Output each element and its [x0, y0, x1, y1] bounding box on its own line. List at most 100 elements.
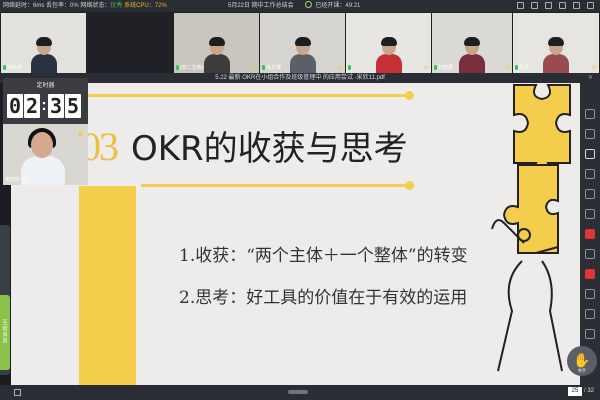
eraser-tool-icon[interactable]	[585, 209, 595, 219]
video-tile[interactable]: 张月 x0	[513, 13, 599, 73]
laser-tool-icon[interactable]	[585, 129, 595, 139]
color-tool-icon[interactable]	[585, 229, 595, 239]
bottom-bar: 25/ 32	[0, 385, 600, 400]
cpu-value: 72%	[154, 3, 167, 9]
host-name: 宋欣欣	[5, 177, 21, 183]
host-badge: x0	[21, 177, 27, 183]
total-pages: / 32	[583, 388, 594, 394]
elapsed-label: 已经开课：	[315, 3, 346, 9]
pen-tool-icon[interactable]	[585, 149, 595, 159]
timer-title: 定时器	[36, 83, 55, 89]
participant-avatar	[30, 37, 57, 73]
crown-icon: ♛	[76, 129, 84, 138]
more-tool-icon[interactable]	[585, 329, 595, 339]
trophy-badge: x0	[251, 65, 257, 71]
side-tab-label: 互动 消息	[2, 320, 8, 344]
timer-digit: 5	[65, 94, 81, 118]
bullet-point-2: 2.思考：好工具的价值在于有效的运用	[179, 288, 468, 308]
network-stats: 网络延时：6ms 丢包率：0% 网络状态：优秀 系统CPU：72%	[3, 0, 167, 12]
maximize-icon[interactable]	[573, 2, 580, 9]
host-video[interactable]: ♛ 宋欣欣 x0	[3, 124, 88, 185]
decor-dot	[405, 181, 414, 190]
close-icon[interactable]	[587, 2, 594, 9]
decor-line	[141, 184, 409, 187]
document-title-bar: 5.22 最新 OKR在小组合作及班级管理中 的应用尝试 -宋欣11.pdf ✕	[0, 73, 600, 83]
pagination: 25/ 32	[567, 387, 594, 396]
net-value: 优秀	[110, 3, 123, 9]
video-tile[interactable]: x0	[346, 13, 431, 73]
video-tile[interactable]: 刘丽君 x0	[432, 13, 512, 73]
cloud-tool-icon[interactable]	[585, 289, 595, 299]
status-bar: 网络延时：6ms 丢包率：0% 网络状态：优秀 系统CPU：72% 5月22日 …	[0, 0, 600, 12]
participant-name: 张月	[519, 65, 530, 71]
folder-tool-icon[interactable]	[585, 309, 595, 319]
puzzle-figure-illustration	[491, 84, 571, 372]
participant-avatar	[289, 37, 316, 73]
decor-dot	[405, 91, 414, 100]
timer-separator: :	[41, 97, 47, 114]
current-page-input[interactable]: 25	[567, 387, 582, 396]
meeting-info: 5月22日 期中工作总结会 已经开课：49:21	[228, 0, 360, 12]
chat-icon[interactable]	[517, 2, 524, 9]
participant-name: (初二生物)	[180, 65, 204, 71]
text-tool-icon[interactable]	[585, 169, 595, 179]
annotation-toolbar	[580, 83, 600, 385]
document-title: 5.22 最新 OKR在小组合作及班级管理中 的应用尝试 -宋欣11.pdf	[215, 75, 385, 81]
clock-icon	[305, 1, 313, 8]
raise-hand-button[interactable]: ✋ 举手	[567, 346, 597, 376]
participant-name: 刘永奇	[7, 65, 23, 71]
minimize-icon[interactable]	[559, 2, 566, 9]
trophy-badge: x0	[423, 65, 429, 71]
loss-label: 丢包率：	[46, 3, 71, 9]
latency-label: 网络延时：	[3, 3, 34, 9]
classroom-app: 网络延时：6ms 丢包率：0% 网络状态：优秀 系统CPU：72% 5月22日 …	[0, 0, 600, 400]
settings-icon[interactable]	[545, 2, 552, 9]
side-panel-tab[interactable]: 互动 消息	[0, 225, 10, 375]
window-controls	[517, 2, 594, 9]
raise-hand-label: 举手	[578, 368, 586, 373]
timer-digit: 0	[7, 94, 23, 118]
participant-avatar	[543, 37, 569, 73]
elapsed-value: 49:21	[345, 3, 361, 9]
timer-digit: 3	[48, 94, 64, 118]
timer-panel[interactable]: 定时器 0 2 : 3 5 ♛ 宋欣欣 x0	[3, 78, 88, 185]
video-tile[interactable]: 刘永奇	[1, 13, 86, 73]
video-tile[interactable]: 徐文博 x0	[260, 13, 345, 73]
fullscreen-icon[interactable]	[14, 389, 21, 396]
participant-name: 徐文博	[266, 65, 282, 71]
page-slider[interactable]	[288, 390, 308, 394]
mic-icon	[262, 65, 265, 70]
video-strip: 刘永奇 (初二生物) x0 徐文博 x0 x0 刘丽君 x0 张月 x0	[0, 12, 600, 73]
meeting-title: 5月22日 期中工作总结会	[228, 3, 294, 9]
participant-avatar	[375, 37, 402, 73]
participant-name: 刘丽君	[438, 65, 454, 71]
slide-heading: OKR的收获与思考	[131, 129, 408, 169]
trophy-badge: x0	[504, 65, 510, 71]
cpu-label: 系统CPU：	[124, 3, 155, 9]
mic-icon	[434, 65, 437, 70]
hand-icon: ✋	[573, 352, 591, 368]
camera-icon[interactable]	[531, 2, 538, 9]
mic-icon	[348, 65, 351, 70]
loss-value: 0%	[70, 3, 79, 9]
record-tool-icon[interactable]	[585, 269, 595, 279]
video-tile[interactable]: (初二生物) x0	[174, 13, 259, 73]
select-tool-icon[interactable]	[585, 109, 595, 119]
shape-tool-icon[interactable]	[585, 189, 595, 199]
close-document-icon[interactable]: ✕	[588, 73, 593, 83]
decor-column	[79, 186, 136, 385]
presentation-slide: 03 OKR的收获与思考 1.收获：“两个主体＋一个整体”的转变 2.思考：好工…	[11, 83, 580, 385]
trophy-badge: x0	[337, 65, 343, 71]
trophy-badge: x0	[591, 65, 597, 71]
participant-avatar	[459, 37, 485, 73]
undo-tool-icon[interactable]	[585, 249, 595, 259]
bullet-point-1: 1.收获：“两个主体＋一个整体”的转变	[179, 246, 468, 266]
mic-icon	[515, 65, 518, 70]
timer-display: 0 2 : 3 5	[7, 94, 81, 118]
timer-digit: 2	[24, 94, 40, 118]
mic-icon	[3, 65, 6, 70]
net-label: 网络状态：	[80, 3, 111, 9]
mic-icon	[176, 65, 179, 70]
latency-value: 6ms	[33, 3, 45, 9]
participant-avatar	[203, 37, 230, 73]
